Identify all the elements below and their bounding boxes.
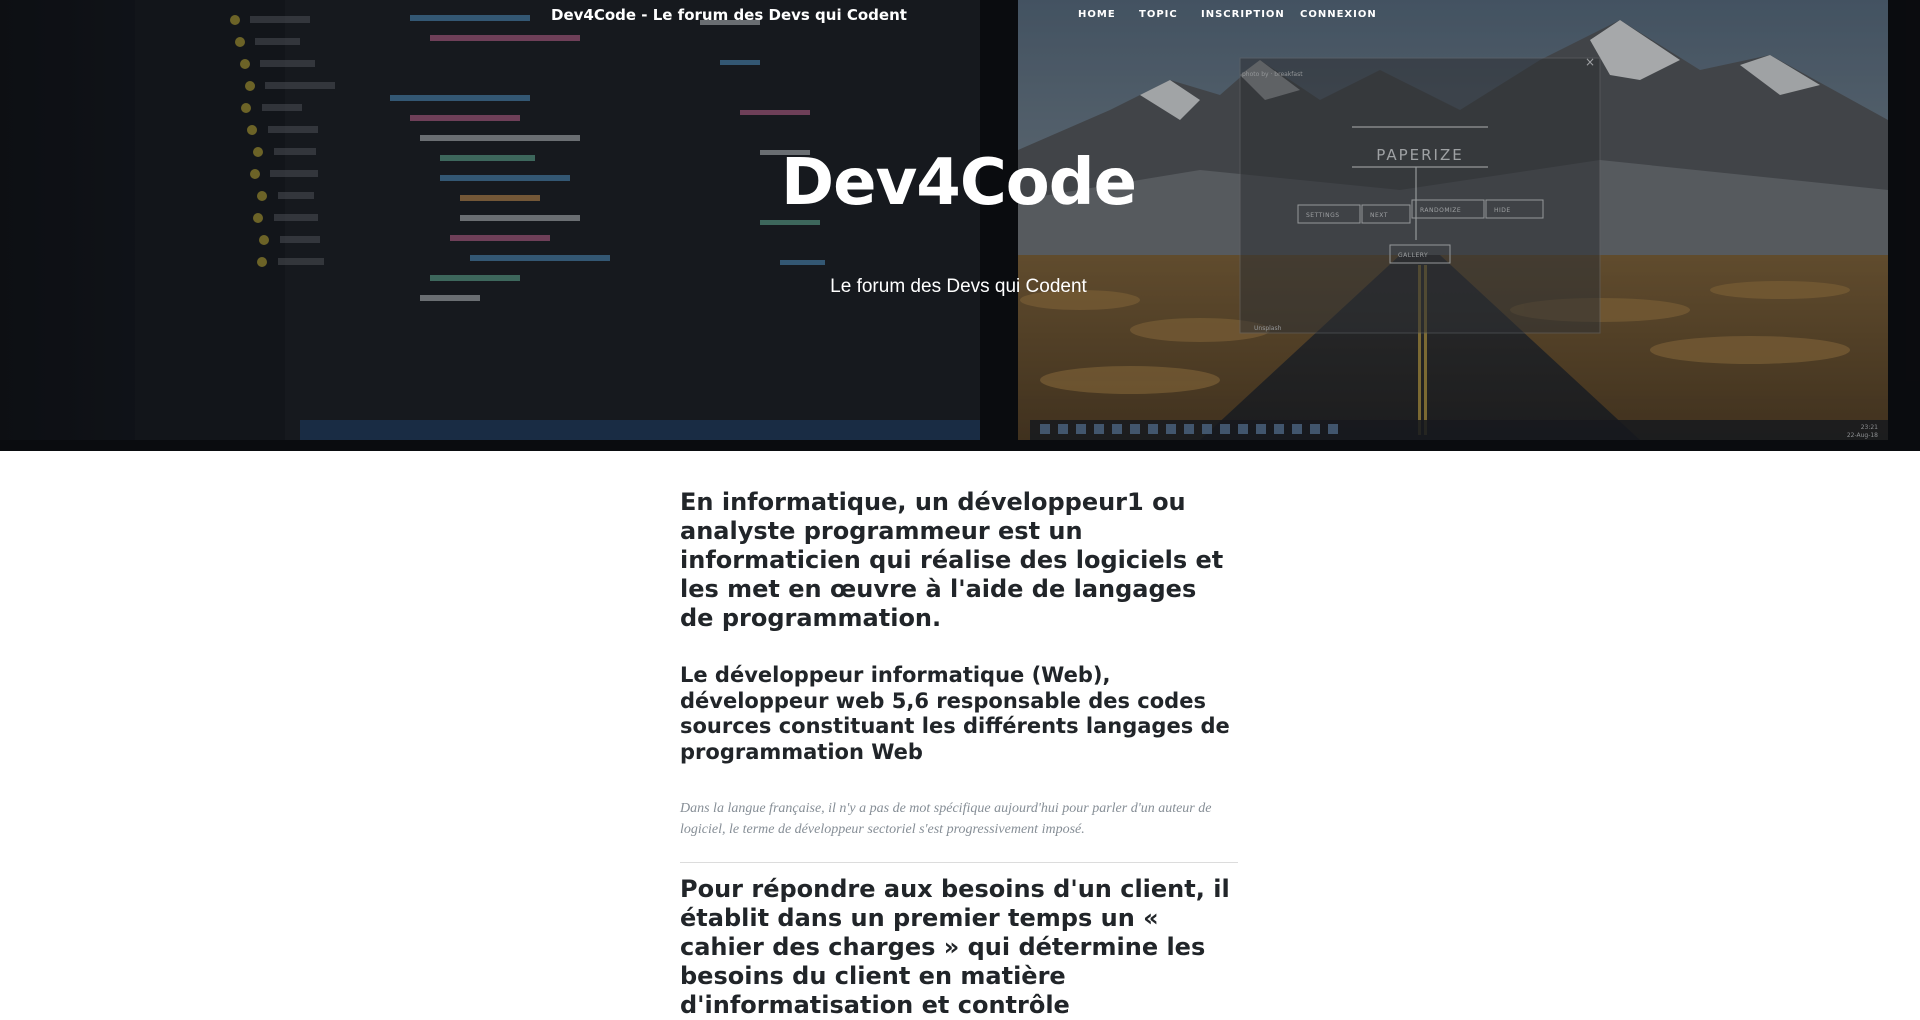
site-heading: Dev4Code: [781, 146, 1137, 220]
brand-link[interactable]: Dev4Code - Le forum des Devs qui Codent: [551, 6, 907, 24]
site-subheading: Le forum des Devs qui Codent: [830, 276, 1087, 297]
divider: [680, 862, 1238, 863]
post-meta: Dans la langue française, il n'y a pas d…: [680, 801, 1212, 837]
post-title[interactable]: En informatique, un développeur1 ou anal…: [680, 488, 1238, 633]
nav-home-link[interactable]: HOME: [1078, 9, 1116, 20]
main-nav: Dev4Code - Le forum des Devs qui Codent …: [0, 0, 1920, 32]
post-subtitle[interactable]: Le développeur informatique (Web), dével…: [680, 663, 1238, 765]
nav-topic-link[interactable]: TOPIC: [1139, 9, 1178, 20]
post-preview: En informatique, un développeur1 ou anal…: [680, 488, 1238, 1020]
nav-connexion-link[interactable]: CONNEXION: [1300, 9, 1377, 20]
nav-inscription-link[interactable]: INSCRIPTION: [1201, 9, 1285, 20]
post-title-2[interactable]: Pour répondre aux besoins d'un client, i…: [680, 875, 1238, 1020]
masthead: photo by · breakfast × PAPERIZE SETTINGS…: [0, 0, 1920, 451]
